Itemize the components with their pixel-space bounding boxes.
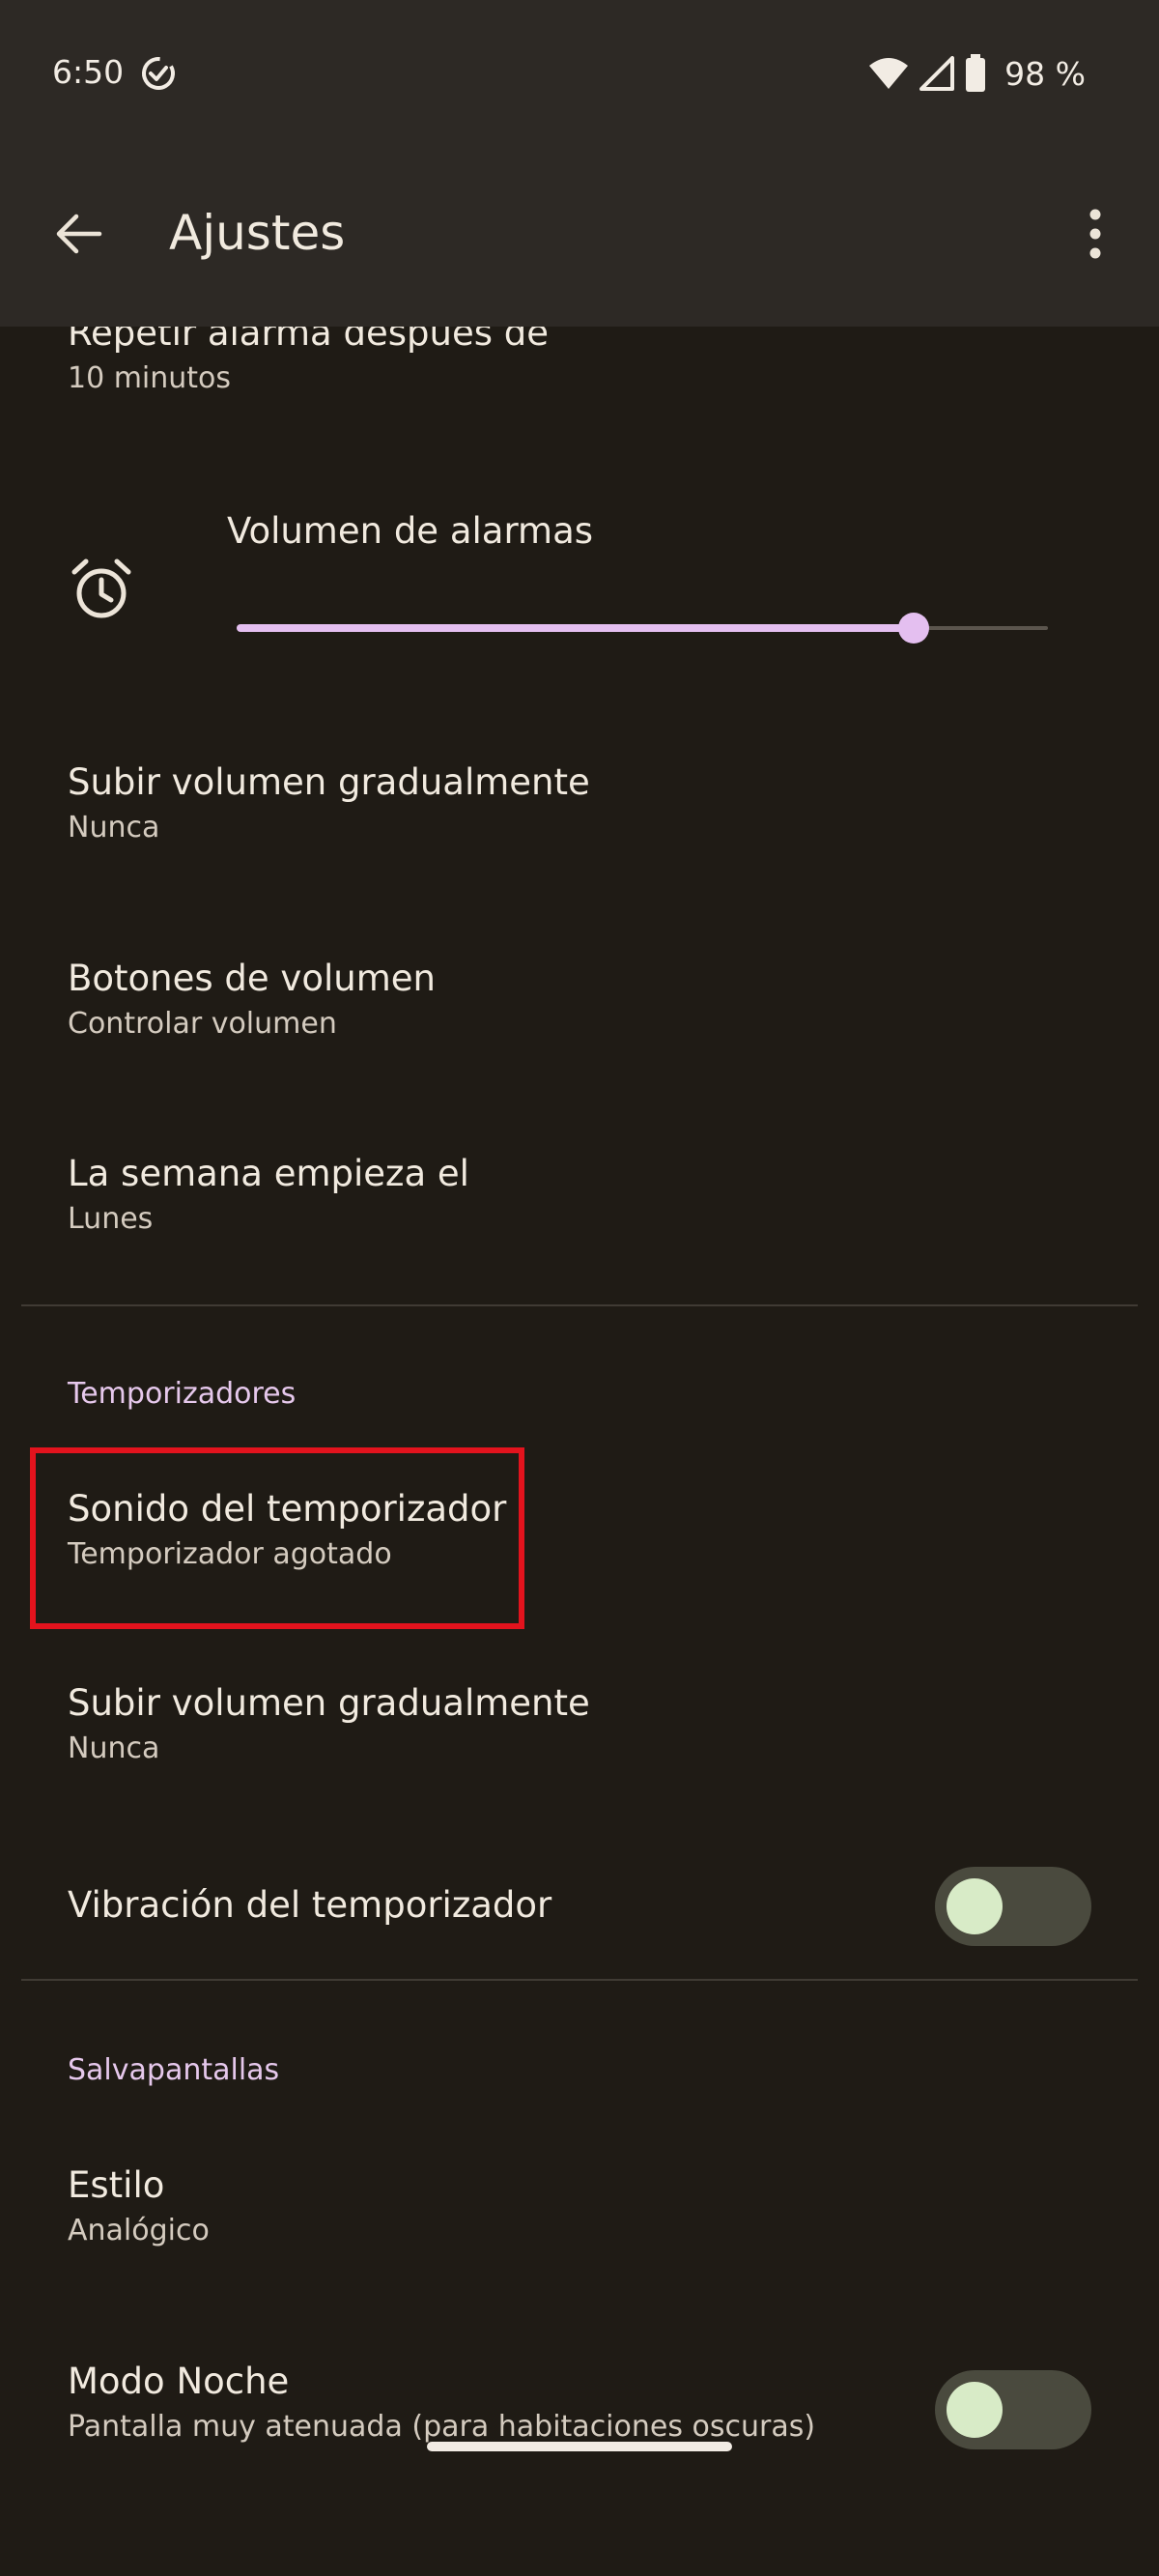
setting-week-start[interactable]: La semana empieza el Lunes [68,1150,1091,1241]
slider-thumb[interactable] [898,613,930,644]
section-header-timers: Temporizadores [68,1377,297,1411]
top-app-bar: Ajustes [0,145,1159,327]
back-button[interactable] [50,206,106,262]
setting-title: Botones de volumen [68,958,436,999]
section-divider [21,1979,1138,1981]
status-bar: 6:50 98 % [0,0,1159,145]
setting-subtitle: 10 minutos [68,361,232,395]
section-header-screensaver: Salvapantallas [68,2053,280,2087]
setting-title: Estilo [68,2164,165,2206]
setting-subtitle: Analógico [68,2214,210,2247]
battery-percentage: 98 % [1004,54,1086,93]
alarm-volume-slider[interactable] [237,613,1048,644]
setting-title: Subir volumen gradualmente [68,761,590,803]
settings-list: Repetir alarma después de 10 minutos Vol… [0,309,1159,2576]
setting-subtitle: Controlar volumen [68,1007,337,1041]
setting-timer-gradual-volume[interactable]: Subir volumen gradualmente Nunca [68,1679,1091,1770]
more-options-button[interactable] [1072,207,1118,261]
status-right-group: 98 % [867,54,1086,93]
setting-title: Sonido del temporizador [68,1488,507,1530]
more-vertical-icon [1089,209,1101,259]
setting-subtitle: Nunca [68,811,160,844]
slider-fill [237,624,915,632]
signal-icon [919,56,955,91]
section-divider [21,1304,1138,1306]
toggle-knob [947,1878,1003,1934]
gesture-navigation-handle[interactable] [427,2442,732,2451]
setting-subtitle: Nunca [68,1732,160,1765]
setting-alarm-gradual-volume[interactable]: Subir volumen gradualmente Nunca [68,758,1091,849]
setting-screensaver-style[interactable]: Estilo Analógico [68,2161,1091,2252]
setting-title: Subir volumen gradualmente [68,1682,590,1724]
status-time: 6:50 [52,53,125,91]
page-title: Ajustes [169,205,346,261]
arrow-left-icon [56,214,102,254]
setting-subtitle: Temporizador agotado [68,1537,392,1571]
check-circle-icon [142,57,175,90]
timer-vibration-toggle[interactable] [935,1867,1091,1946]
alarm-volume-label: Volumen de alarmas [227,510,594,552]
battery-icon [966,54,986,92]
setting-subtitle: Lunes [68,1202,154,1236]
toggle-knob [947,2382,1003,2438]
setting-title: La semana empieza el [68,1153,469,1194]
alarm-clock-icon [71,558,131,618]
setting-volume-buttons[interactable]: Botones de volumen Controlar volumen [68,955,1091,1045]
setting-timer-sound[interactable]: Sonido del temporizador Temporizador ago… [68,1485,1091,1576]
wifi-icon [869,58,909,89]
night-mode-toggle[interactable] [935,2370,1091,2449]
